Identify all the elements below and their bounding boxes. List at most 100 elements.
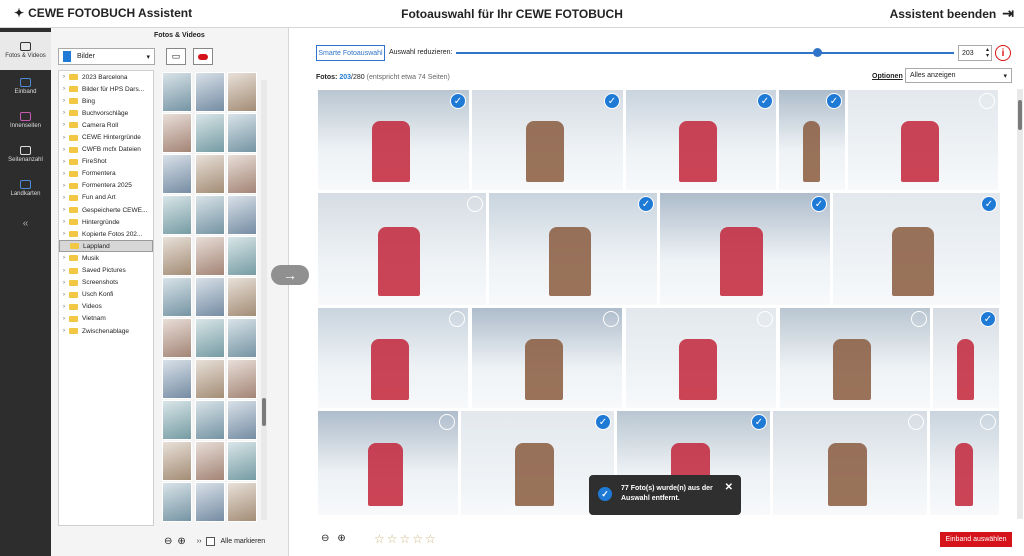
photo-scrollbar[interactable]: [1017, 89, 1023, 519]
rating-stars[interactable]: ☆☆☆☆☆: [374, 532, 438, 546]
folder-item[interactable]: › Buchvorschläge: [59, 107, 153, 119]
source-select[interactable]: Bilder ▾: [58, 48, 155, 65]
select-cover-button[interactable]: Einband auswählen: [940, 532, 1012, 547]
photo-tile[interactable]: [471, 307, 623, 409]
select-check-icon[interactable]: ✓: [450, 93, 466, 109]
photo-tile[interactable]: [772, 410, 928, 516]
chevron-right-icon[interactable]: ›: [59, 147, 69, 153]
folder-item[interactable]: › Vietnam: [59, 313, 153, 325]
chevron-right-icon[interactable]: ›: [59, 98, 69, 104]
photo-tile[interactable]: ✓: [778, 89, 846, 191]
photo-tile[interactable]: ✓: [832, 192, 1001, 306]
thumbnail[interactable]: [162, 359, 192, 399]
folder-item[interactable]: › Zwischenablage: [59, 325, 153, 337]
thumbnail[interactable]: [227, 154, 257, 194]
thumbnail[interactable]: [162, 236, 192, 276]
folder-item[interactable]: › Gespeicherte CEWE...: [59, 204, 153, 216]
folder-item[interactable]: › Screenshots: [59, 277, 153, 289]
thumbnail[interactable]: [227, 236, 257, 276]
thumbnail[interactable]: [162, 482, 192, 522]
options-link[interactable]: Optionen: [872, 73, 903, 80]
photo-tile[interactable]: [847, 89, 999, 191]
chevron-right-icon[interactable]: ›: [59, 171, 69, 177]
folder-item[interactable]: › Formentera 2025: [59, 180, 153, 192]
folder-item[interactable]: › Formentera: [59, 168, 153, 180]
add-to-selection-button[interactable]: →: [271, 265, 309, 285]
photo-tile[interactable]: ✓: [488, 192, 658, 306]
folder-item[interactable]: Lappland: [59, 240, 153, 253]
chevron-right-icon[interactable]: ›: [59, 219, 69, 225]
folder-item[interactable]: › Camera Roll: [59, 119, 153, 131]
thumbnail[interactable]: [227, 72, 257, 112]
thumbnail[interactable]: [195, 236, 225, 276]
nav-einband[interactable]: Einband: [0, 70, 51, 104]
thumbnail[interactable]: [195, 113, 225, 153]
thumbnail[interactable]: [227, 359, 257, 399]
stepper-icon[interactable]: ▴ ▾: [986, 47, 989, 59]
chevron-right-icon[interactable]: ›: [59, 231, 69, 237]
thumbnail[interactable]: [162, 277, 192, 317]
photo-tile[interactable]: [625, 307, 777, 409]
thumbnail[interactable]: [162, 154, 192, 194]
chevron-right-icon[interactable]: ›: [59, 207, 69, 213]
thumbnail[interactable]: [227, 318, 257, 358]
thumbnail[interactable]: [162, 113, 192, 153]
photo-tile[interactable]: ✓: [659, 192, 831, 306]
chevron-right-icon[interactable]: ›: [59, 183, 69, 189]
select-all-checkbox[interactable]: [206, 537, 216, 546]
select-check-icon[interactable]: [449, 311, 465, 327]
select-check-icon[interactable]: ✓: [638, 196, 654, 212]
photo-tile[interactable]: ✓: [932, 307, 1000, 409]
folder-item[interactable]: › Hintergründe: [59, 216, 153, 228]
thumbnail[interactable]: [162, 318, 192, 358]
thumbnail[interactable]: [195, 277, 225, 317]
folder-item[interactable]: › 2023 Barcelona: [59, 71, 153, 83]
chevron-right-icon[interactable]: ›: [59, 316, 69, 322]
folder-item[interactable]: › Fun and Art: [59, 192, 153, 204]
device-button[interactable]: ▭: [166, 48, 186, 65]
select-check-icon[interactable]: ✓: [981, 196, 997, 212]
folder-item[interactable]: › Bilder für HPS Dars...: [59, 83, 153, 95]
select-check-icon[interactable]: ✓: [757, 93, 773, 109]
zoom-out-icon[interactable]: ⊖: [321, 533, 329, 544]
photo-tile[interactable]: ✓: [471, 89, 624, 191]
chevron-right-icon[interactable]: ›: [59, 268, 69, 274]
reduce-slider[interactable]: [456, 52, 954, 54]
folder-item[interactable]: › Bing: [59, 95, 153, 107]
nav-landkarten[interactable]: Landkarten: [0, 172, 51, 206]
select-check-icon[interactable]: [911, 311, 927, 327]
thumbnail[interactable]: [195, 154, 225, 194]
select-check-icon[interactable]: [979, 93, 995, 109]
zoom-in-icon[interactable]: ⊕: [337, 533, 345, 544]
close-icon[interactable]: ✕: [725, 483, 733, 493]
thumbnail[interactable]: [195, 359, 225, 399]
chevron-right-icon[interactable]: ›: [59, 122, 69, 128]
chevron-right-icon[interactable]: ›: [59, 110, 69, 116]
thumbnail[interactable]: [162, 400, 192, 440]
thumbnail-scrollbar[interactable]: [261, 80, 267, 520]
thumbnail[interactable]: [162, 195, 192, 235]
chevron-right-icon[interactable]: ›: [59, 159, 69, 165]
smart-selection-button[interactable]: Smarte Fotoauswahl: [316, 45, 385, 61]
select-check-icon[interactable]: [908, 414, 924, 430]
zoom-in-icon[interactable]: ⊕: [177, 536, 185, 547]
thumbnail[interactable]: [227, 400, 257, 440]
select-check-icon[interactable]: [439, 414, 455, 430]
thumbnail[interactable]: [162, 72, 192, 112]
chevron-right-icon[interactable]: ›: [59, 292, 69, 298]
expand-icon[interactable]: ››: [197, 538, 202, 545]
thumbnail[interactable]: [195, 441, 225, 481]
filter-select[interactable]: Alles anzeigen ▾: [905, 68, 1012, 83]
select-check-icon[interactable]: ✓: [826, 93, 842, 109]
chevron-right-icon[interactable]: ›: [59, 86, 69, 92]
select-check-icon[interactable]: ✓: [980, 311, 996, 327]
folder-item[interactable]: › Usch Konfi: [59, 289, 153, 301]
select-check-icon[interactable]: [603, 311, 619, 327]
chevron-right-icon[interactable]: ›: [59, 304, 69, 310]
select-check-icon[interactable]: ✓: [811, 196, 827, 212]
thumbnail[interactable]: [195, 482, 225, 522]
photo-tile[interactable]: [317, 307, 469, 409]
select-check-icon[interactable]: [980, 414, 996, 430]
folder-item[interactable]: › FireShot: [59, 156, 153, 168]
select-check-icon[interactable]: ✓: [604, 93, 620, 109]
